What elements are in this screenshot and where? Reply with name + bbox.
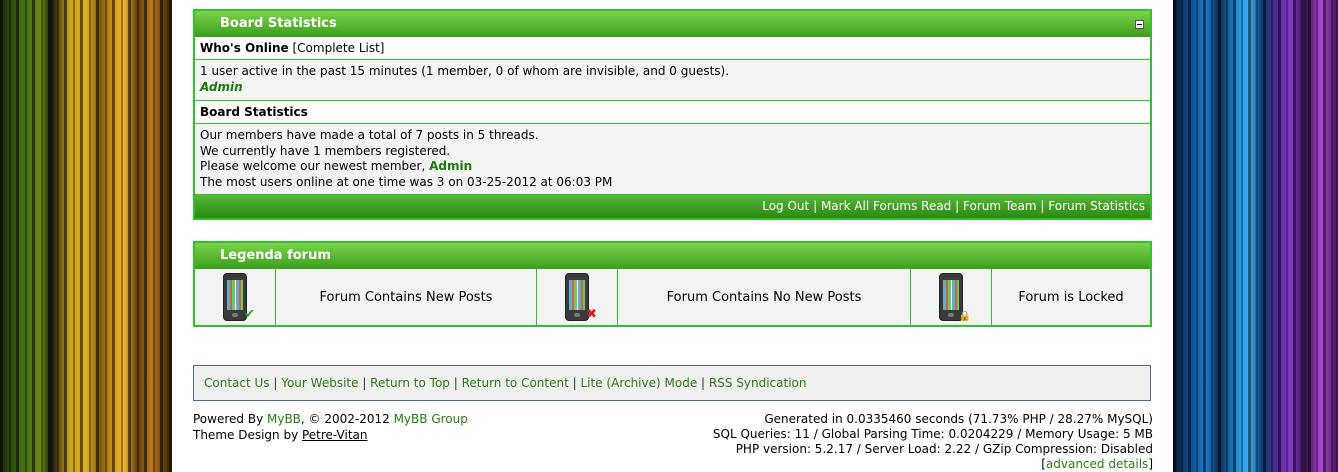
mark-all-read-link[interactable]: Mark All Forums Read [821, 199, 951, 213]
forum-statistics-link[interactable]: Forum Statistics [1048, 199, 1145, 213]
whos-online-heading: Who's Online [Complete List] [195, 37, 1150, 60]
page-content: Board Statistics Who's Online [Complete … [172, 0, 1173, 472]
separator: | [955, 199, 960, 213]
online-user-link[interactable]: Admin [200, 80, 243, 94]
advanced-details-link[interactable]: advanced details [1046, 457, 1148, 471]
whos-online-row: 1 user active in the past 15 minutes (1 … [195, 60, 1150, 100]
stats-members-text: We currently have 1 members registered. [200, 143, 451, 158]
return-to-content-link[interactable]: Return to Content [462, 376, 569, 390]
phone-new-icon: ✔ [223, 273, 255, 322]
legend-new-icon-cell: ✔ [195, 269, 276, 325]
newest-member-link[interactable]: Admin [429, 159, 472, 173]
legend-panel: Legenda forum ✔ Forum Contains New Posts… [193, 241, 1152, 327]
lite-archive-link[interactable]: Lite (Archive) Mode [581, 376, 698, 390]
powered-by-text: Powered By [193, 412, 267, 426]
legend-title: Legenda forum [220, 248, 331, 263]
board-statistics-footer: Log Out | Mark All Forums Read | Forum T… [195, 194, 1150, 218]
your-website-link[interactable]: Your Website [281, 376, 358, 390]
stats-subheading-label: Board Statistics [200, 105, 308, 119]
stats-welcome-text: Please welcome our newest member, [200, 159, 430, 173]
debug-queries: SQL Queries: 11 / Global Parsing Time: 0… [712, 427, 1153, 441]
board-statistics-title: Board Statistics [220, 16, 337, 31]
bottom-links-bar: Contact Us | Your Website | Return to To… [193, 365, 1151, 401]
mybb-link[interactable]: MyBB [267, 412, 301, 426]
active-users-text: 1 user active in the past 15 minutes (1 … [200, 64, 730, 78]
collapse-icon[interactable] [1135, 20, 1144, 29]
copyright-years: , © 2002-2012 [300, 412, 394, 426]
forum-team-link[interactable]: Forum Team [963, 199, 1037, 213]
legend-header: Legenda forum [195, 243, 1150, 269]
debug-php: PHP version: 5.2.17 / Server Load: 2.22 … [735, 442, 1153, 456]
whos-online-label: Who's Online [200, 41, 289, 55]
theme-author-link[interactable]: Petre-Vitan [302, 428, 368, 442]
legend-row: ✔ Forum Contains New Posts ✖ Forum Conta… [195, 269, 1150, 325]
stats-posts-text: Our members have made a total of 7 posts… [200, 128, 539, 142]
separator: | [1040, 199, 1045, 213]
checkmark-icon: ✔ [244, 307, 255, 322]
phone-locked-icon: 🔒 [939, 273, 971, 322]
legend-new-label: Forum Contains New Posts [276, 269, 537, 325]
debug-info: Generated in 0.0335460 seconds (71.73% P… [712, 412, 1153, 471]
stats-record-text: The most users online at one time was 3 … [200, 174, 613, 189]
legend-nonew-label: Forum Contains No New Posts [618, 269, 911, 325]
debug-generated: Generated in 0.0335460 seconds (71.73% P… [764, 412, 1153, 426]
mybb-group-link[interactable]: MyBB Group [394, 412, 468, 426]
logout-link[interactable]: Log Out [762, 199, 809, 213]
legend-locked-icon-cell: 🔒 [911, 269, 992, 325]
return-to-top-link[interactable]: Return to Top [370, 376, 450, 390]
copyright: Powered By MyBB, © 2002-2012 MyBB Group … [193, 412, 468, 443]
left-background-decoration [0, 0, 172, 472]
cross-icon: ✖ [586, 307, 597, 322]
separator: | [813, 199, 818, 213]
complete-list-link[interactable]: [Complete List] [293, 41, 385, 55]
rss-link[interactable]: RSS Syndication [709, 376, 807, 390]
board-statistics-subheading: Board Statistics [195, 100, 1150, 124]
right-background-decoration [1173, 0, 1338, 472]
contact-us-link[interactable]: Contact Us [204, 376, 270, 390]
legend-nonew-icon-cell: ✖ [537, 269, 618, 325]
board-statistics-row: Our members have made a total of 7 posts… [195, 124, 1150, 194]
lock-icon: 🔒 [958, 311, 971, 322]
board-statistics-panel: Board Statistics Who's Online [Complete … [193, 9, 1152, 220]
board-statistics-header: Board Statistics [195, 11, 1150, 37]
phone-nonew-icon: ✖ [565, 273, 597, 322]
theme-design-text: Theme Design by [193, 427, 302, 442]
legend-locked-label: Forum is Locked [1018, 289, 1124, 305]
